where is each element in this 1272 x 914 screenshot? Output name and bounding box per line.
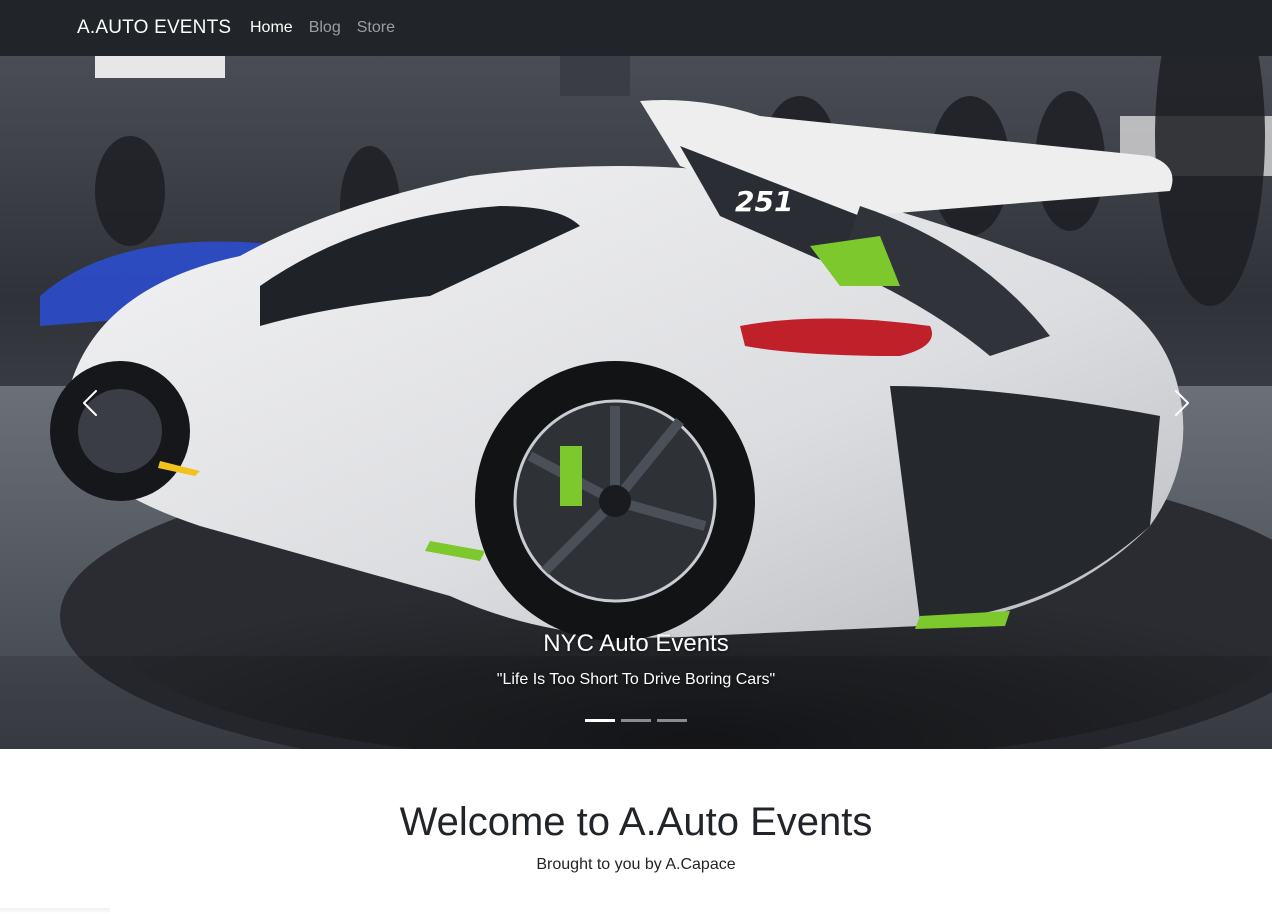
carousel-caption-text: "Life Is Too Short To Drive Boring Cars" xyxy=(496,671,776,688)
chevron-left-icon xyxy=(82,389,98,416)
carousel-indicators xyxy=(0,719,1272,722)
navbar: A.AUTO EVENTS Home Blog Store xyxy=(0,0,1272,56)
carousel-caption-title: NYC Auto Events xyxy=(543,630,729,657)
hero-carousel: 251 NYC Auto Events "Life Is Too Short T… xyxy=(0,56,1272,749)
car-number-badge: 251 xyxy=(735,185,793,218)
carousel-indicator-3[interactable] xyxy=(657,719,687,722)
brand-link[interactable]: A.AUTO EVENTS xyxy=(77,16,231,40)
nav-store-link[interactable]: Store xyxy=(357,17,395,39)
welcome-section: Welcome to A.Auto Events Brought to you … xyxy=(0,796,1272,876)
carousel-caption: NYC Auto Events "Life Is Too Short To Dr… xyxy=(0,626,1272,692)
welcome-heading: Welcome to A.Auto Events xyxy=(399,800,873,844)
welcome-subheading: Brought to you by A.Capace xyxy=(536,856,736,873)
bottom-shadow-fragment xyxy=(0,908,110,914)
carousel-indicator-2[interactable] xyxy=(621,719,651,722)
nav-links: Home Blog Store xyxy=(250,17,395,39)
chevron-right-icon xyxy=(1174,389,1190,416)
nav-blog-link[interactable]: Blog xyxy=(309,17,341,39)
nav-home-link[interactable]: Home xyxy=(250,17,293,39)
carousel-indicator-1[interactable] xyxy=(585,719,615,722)
